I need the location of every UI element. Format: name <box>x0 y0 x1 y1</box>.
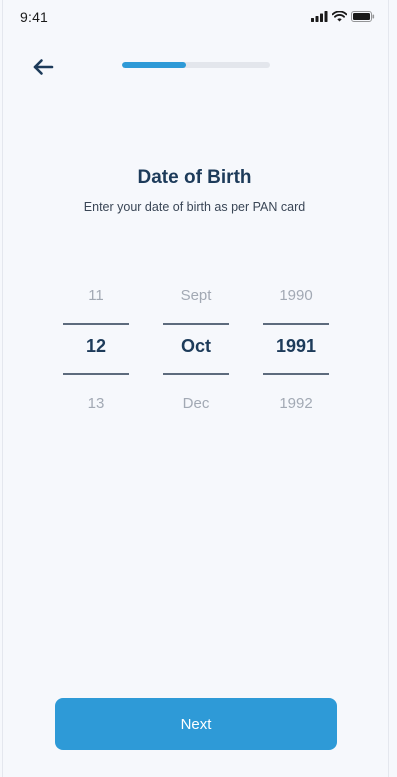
progress-fill <box>122 62 186 68</box>
year-selection-line-top <box>263 323 329 325</box>
year-selection-line-bottom <box>263 373 329 375</box>
progress-bar <box>122 62 270 68</box>
month-option-prev[interactable]: Sept <box>163 287 229 304</box>
year-option-prev[interactable]: 1990 <box>263 287 329 304</box>
next-button[interactable]: Next <box>55 698 337 750</box>
wifi-icon <box>332 11 347 22</box>
year-picker[interactable]: 1990 1991 1992 <box>263 280 329 420</box>
battery-icon <box>351 11 375 22</box>
day-selection-line-bottom <box>63 373 129 375</box>
day-option-selected[interactable]: 12 <box>63 336 129 357</box>
status-bar: 9:41 <box>0 0 397 34</box>
frame-edge-right <box>388 0 389 777</box>
page-title: Date of Birth <box>137 167 252 188</box>
day-option-next[interactable]: 13 <box>63 395 129 412</box>
year-option-next[interactable]: 1992 <box>263 395 329 412</box>
signal-icon <box>311 11 328 22</box>
day-picker[interactable]: 11 12 13 <box>63 280 129 420</box>
status-icons <box>311 11 375 22</box>
status-time: 9:41 <box>20 9 49 25</box>
screen: 9:41 Date of Birth Enter your date of bi… <box>0 0 397 777</box>
month-selection-line-top <box>163 323 229 325</box>
month-picker[interactable]: Sept Oct Dec <box>163 280 229 420</box>
arrow-left-icon <box>33 59 54 75</box>
day-selection-line-top <box>63 323 129 325</box>
year-option-selected[interactable]: 1991 <box>263 336 329 357</box>
back-button[interactable] <box>28 52 58 82</box>
day-option-prev[interactable]: 11 <box>63 287 129 304</box>
month-option-next[interactable]: Dec <box>163 395 229 412</box>
month-option-selected[interactable]: Oct <box>163 336 229 357</box>
page-subtitle: Enter your date of birth as per PAN card <box>83 200 306 214</box>
month-selection-line-bottom <box>163 373 229 375</box>
frame-edge-left <box>2 0 3 777</box>
